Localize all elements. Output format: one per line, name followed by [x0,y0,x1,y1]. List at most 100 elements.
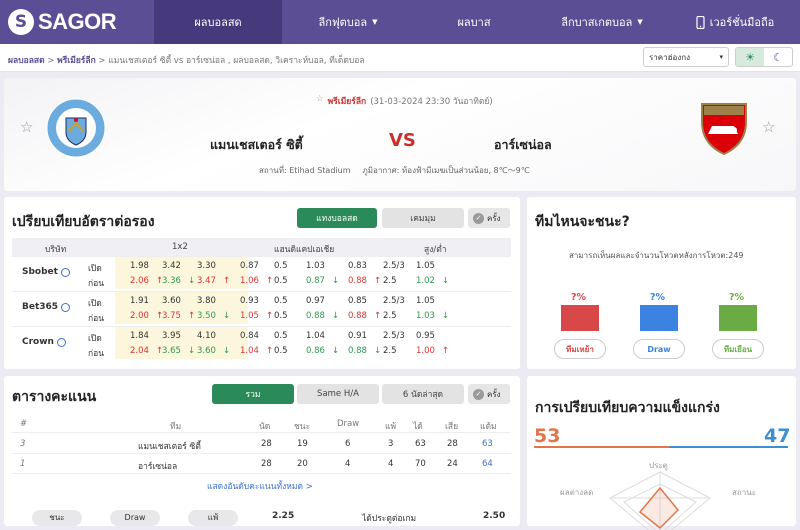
info-icon[interactable] [61,302,71,312]
odds-close-value: 0.88 [348,346,367,356]
favorite-star-icon[interactable]: ☆ [316,94,324,108]
chevron-down-icon: ▼ [637,18,643,26]
sun-icon[interactable]: ☀ [736,48,764,66]
home-team-crest [46,98,106,158]
vote-home-button[interactable]: ทีมเหย้า [554,339,606,359]
odds-open-value: 1.84 [130,331,149,341]
close-label: ก่อน [88,349,105,359]
nav-item-basketball-results[interactable]: ผลบาส [414,0,534,44]
tab-last-6[interactable]: 6 นัดล่าสุด [382,384,464,404]
standings-row[interactable]: 1 อาร์เซน่อล 28 20 4 4 70 24 64 [12,454,511,474]
odds-row: Sbobet เปิด ก่อน 1.98 3.42 3.30 0.87 0.5 1.03 0.8… [12,256,511,289]
odds-close-value: 2.5 [383,276,397,286]
odds-close-value: 3.50 [197,311,216,321]
odds-row: Bet365 เปิด ก่อน 1.91 3.60 3.80 0.93 0.5 0.97 0.8… [12,291,511,324]
arrow-up-icon: ↑ [374,276,382,286]
times-checkbox[interactable]: ✓ ครั้ง [468,208,510,228]
nav-item-basketball-leagues[interactable]: ลีกบาสเกตบอล ▼ [534,0,670,44]
standings-cell: 19 [297,439,308,449]
odds-open-value: 1.91 [130,296,149,306]
info-icon[interactable] [60,267,70,277]
nav-item-live-scores[interactable]: ผลบอลสด [154,0,282,44]
standings-row[interactable]: 3 แมนเชสเตอร์ ซิตี้ 28 19 6 3 63 28 63 [12,434,511,454]
nav-item-mobile-version[interactable]: เวอร์ชั่นมือถือ [670,0,800,44]
arrow-down-icon: ↓ [223,311,231,321]
times-checkbox[interactable]: ✓ ครั้ง [468,384,510,404]
away-team-name[interactable]: อาร์เซน่อล [494,135,552,155]
vote-draw-button[interactable]: Draw [633,339,685,359]
odds-open-value: 0.87 [240,261,259,271]
breadcrumb: ผลบอลสด > พรีเมียร์ลีก > แมนเชสเตอร์ ซิต… [8,56,365,66]
standings-cell: 63 [482,439,493,449]
theme-toggle[interactable]: ☀ ☾ [735,47,793,67]
info-icon[interactable] [56,337,66,347]
odds-open-value: 3.60 [162,296,181,306]
close-label: ก่อน [88,279,105,289]
standings-cell: 28 [447,439,458,449]
breadcrumb-home[interactable]: ผลบอลสด [8,56,45,66]
tab-overall[interactable]: รวม [212,384,294,404]
odds-close-value: 1.03 [416,311,435,321]
odds-open-value: 3.95 [162,331,181,341]
strength-bar [534,446,788,448]
standings-cell: 63 [415,439,426,449]
match-header: ☆ ☆ ☆ พรีเมียร์ลีก (31-03-2024 23:30 วัน… [4,78,796,191]
favorite-star-icon[interactable]: ☆ [762,118,775,136]
odds-close-value: 2.5 [383,346,397,356]
home-strength-bar [534,446,669,448]
bookmaker-name[interactable]: Crown [22,337,66,347]
odds-close-value: 1.06 [240,276,259,286]
standings-cell: 28 [261,459,272,469]
arrow-down-icon: ↓ [374,346,382,356]
odds-row: Crown เปิด ก่อน 1.84 3.95 4.10 0.84 0.5 1.04 0.91… [12,326,511,359]
bookmaker-name[interactable]: Sbobet [22,267,70,277]
show-all-standings-link[interactable]: แสดงอันดับคะแนนทั้งหมด > [207,479,313,493]
odds-close-value: 0.88 [348,276,367,286]
predict-subtitle: สามารถเห็นผลและจำนวนโหวตหลังการโหวต:249 [569,251,744,260]
logo-text: SAGOR [38,9,117,34]
away-win-pct: ?% [729,292,745,303]
breadcrumb-current: แมนเชสเตอร์ ซิตี้ vs อาร์เซน่อล , ผลบอลส… [108,56,365,66]
favorite-star-icon[interactable]: ☆ [20,118,33,136]
odds-open-value: 1.04 [306,331,325,341]
standings-cell: แมนเชสเตอร์ ซิตี้ [138,442,201,452]
standings-cell: 70 [415,459,426,469]
draw-bar [640,305,678,331]
standings-cell: 1 [20,459,26,469]
vote-away-button[interactable]: ทีมเยือน [712,339,764,359]
odds-close-value: 0.86 [306,346,325,356]
away-strength-value: 47 [764,425,791,447]
odds-format-select[interactable]: ราคาฮ่องกง ▾ [643,47,729,67]
logo[interactable]: S SAGOR [0,0,154,44]
arrow-up-icon: ↑ [374,311,382,321]
odds-close-value: 2.5 [383,311,397,321]
tab-same-ha[interactable]: Same H/A [297,384,379,404]
stat-value: 2.25 [272,511,295,521]
odds-close-value: 3.36 [162,276,181,286]
odds-close-value: 0.5 [274,311,288,321]
tab-corner-odds[interactable]: เคมมุม [382,208,464,228]
home-team-name[interactable]: แมนเชสเตอร์ ซิตี้ [210,135,303,155]
moon-icon[interactable]: ☾ [764,48,792,66]
odds-open-value: 2.5/3 [383,296,405,306]
strength-radar-chart [609,471,711,530]
tab-live-odds[interactable]: แทงบอลสด [297,208,377,228]
nav-item-football-leagues[interactable]: ลีกฟุตบอล ▼ [282,0,414,44]
open-label: เปิด [88,299,102,309]
league-name[interactable]: พรีเมียร์ลีก [328,94,367,108]
odds-close-value: 0.88 [348,311,367,321]
odds-table-header: บริษัท 1x2 แฮนดิแคปเอเชีย สูง/ต่ำ [12,238,511,256]
radar-home-shape [638,486,680,530]
arrow-down-icon: ↓ [442,311,450,321]
radar-label-status: สถานะ [732,488,756,497]
standings-cell: 28 [261,439,272,449]
odds-close-value: 3.47 [197,276,216,286]
breadcrumb-league[interactable]: พรีเมียร์ลีก [57,56,96,66]
bookmaker-name[interactable]: Bet365 [22,302,71,312]
odds-open-value: 1.98 [130,261,149,271]
standings-cell: 3 [388,439,394,449]
odds-close-value: 1.02 [416,276,435,286]
odds-close-value: 3.75 [162,311,181,321]
arrow-down-icon: ↓ [188,276,196,286]
match-venue: สถานที่: Etihad Stadium ภูมิอากาศ: ท้องฟ… [259,166,530,175]
